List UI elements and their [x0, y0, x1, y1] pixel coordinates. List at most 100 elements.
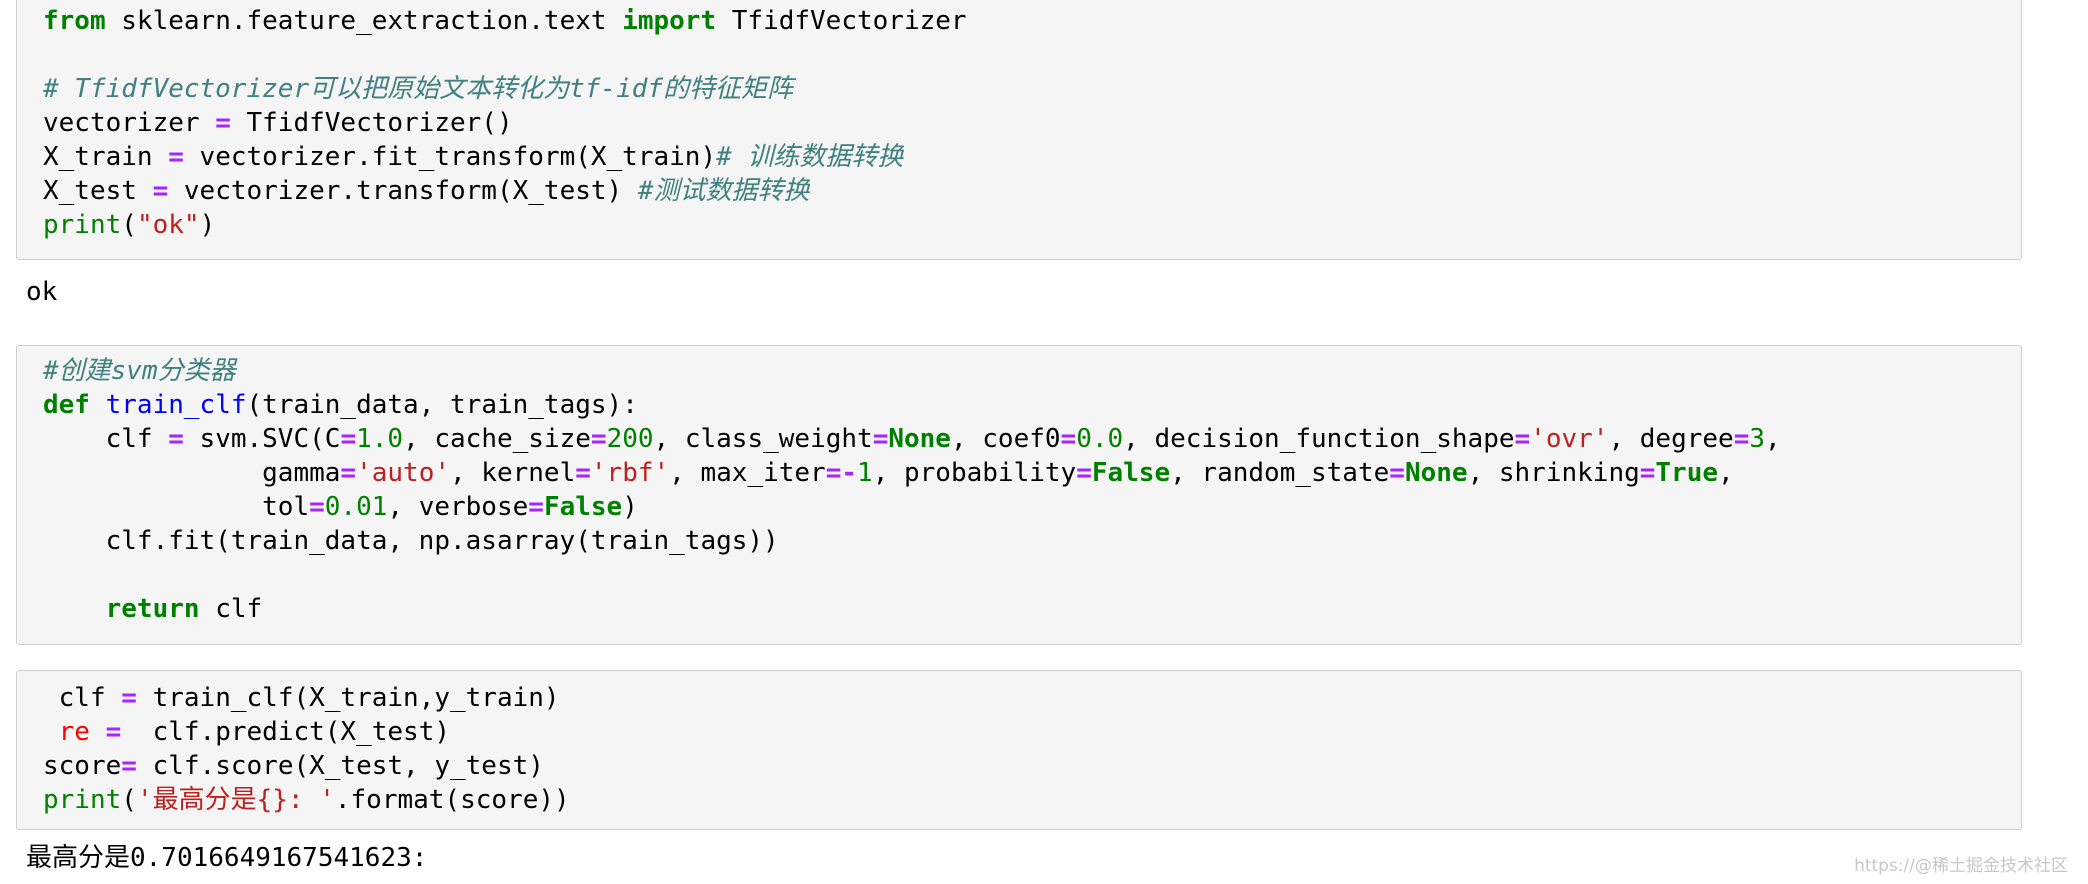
code-cell-2[interactable]: #创建svm分类器 def train_clf(train_data, trai…: [16, 345, 2022, 645]
code-line: #创建svm分类器: [43, 356, 236, 386]
code-token: , coef0: [950, 424, 1061, 454]
code-line: gamma='auto', kernel='rbf', max_iter=-1,…: [43, 458, 1734, 488]
code-token: sklearn.feature_extraction.text: [105, 6, 623, 36]
code-token: , max_iter: [669, 458, 826, 488]
code-token: None: [1404, 458, 1468, 488]
code-token: , degree: [1608, 424, 1734, 454]
code-token: , decision_function_shape: [1123, 424, 1515, 454]
code-token: return: [105, 594, 200, 624]
code-token: =: [1076, 458, 1092, 488]
code-token: clf: [43, 424, 169, 454]
code-token: False: [1091, 458, 1171, 488]
code-token: ,: [1765, 424, 1781, 454]
code-token: 'rbf': [590, 458, 670, 488]
code-token: clf: [43, 683, 122, 713]
code-cell-3[interactable]: clf = train_clf(X_train,y_train) re = cl…: [16, 670, 2022, 830]
cell-3-code[interactable]: clf = train_clf(X_train,y_train) re = cl…: [43, 681, 570, 817]
code-token: =: [872, 424, 889, 454]
code-token: TfidfVectorizer: [716, 6, 967, 36]
code-token: .format(score)): [334, 785, 570, 815]
code-line: from sklearn.feature_extraction.text imp…: [43, 6, 967, 36]
code-token: =-: [825, 458, 858, 488]
code-token: TfidfVectorizer(): [230, 108, 513, 138]
code-token: train_clf(X_train,y_train): [136, 683, 560, 713]
code-token: ,: [1718, 458, 1734, 488]
code-token: 200: [606, 424, 654, 454]
code-token: "ok": [136, 210, 200, 240]
code-token: def: [43, 390, 90, 420]
code-token: # TfidfVectorizer可以把原始文本转化为tf-idf的特征矩阵: [43, 74, 794, 104]
code-token: True: [1655, 458, 1719, 488]
code-line: tol=0.01, verbose=False): [43, 492, 638, 522]
code-token: =: [575, 458, 591, 488]
code-token: =: [309, 492, 325, 522]
code-token: X_train: [43, 142, 169, 172]
code-line: re = clf.predict(X_test): [43, 717, 450, 747]
code-token: , cache_size: [403, 424, 591, 454]
code-token: vectorizer.transform(X_test): [168, 176, 638, 206]
code-token: clf: [199, 594, 263, 624]
code-token: =: [121, 751, 137, 781]
code-token: , random_state: [1170, 458, 1390, 488]
code-token: (: [121, 210, 137, 240]
code-token: print: [43, 210, 122, 240]
code-line: X_test = vectorizer.transform(X_test) #测…: [43, 176, 810, 206]
code-token: =: [1060, 424, 1077, 454]
code-token: =: [1639, 458, 1656, 488]
code-token: =: [528, 492, 544, 522]
watermark: https://@稀土掘金技术社区: [1854, 856, 2068, 876]
code-token: # 训练数据转换: [716, 142, 904, 172]
code-line: print('最高分是{}: '.format(score)): [43, 785, 570, 815]
code-token: 0.01: [324, 492, 388, 522]
code-token: tol: [43, 492, 310, 522]
code-token: =: [1389, 458, 1405, 488]
code-token: =: [590, 424, 607, 454]
code-token: =: [121, 683, 137, 713]
code-token: =: [1514, 424, 1531, 454]
code-token: svm.SVC(C: [183, 424, 341, 454]
code-token: '最高分是{}: ': [136, 785, 335, 815]
code-token: =: [168, 424, 184, 454]
code-token: , class_weight: [653, 424, 873, 454]
code-token: import: [622, 6, 717, 36]
code-token: , shrinking: [1467, 458, 1640, 488]
code-token: 'ovr': [1530, 424, 1609, 454]
code-token: ): [622, 492, 638, 522]
code-token: #测试数据转换: [637, 176, 810, 206]
code-token: , verbose: [387, 492, 529, 522]
code-token: train_clf: [105, 390, 247, 420]
code-token: vectorizer.fit_transform(X_train): [183, 142, 717, 172]
cell-2-code[interactable]: #创建svm分类器 def train_clf(train_data, trai…: [43, 354, 1781, 626]
code-cell-1[interactable]: from sklearn.feature_extraction.text imp…: [16, 0, 2022, 260]
code-token: 'auto': [356, 458, 450, 488]
code-token: ): [199, 210, 216, 240]
code-line: clf = train_clf(X_train,y_train): [43, 683, 560, 713]
code-token: 3: [1749, 424, 1765, 454]
code-token: , probability: [872, 458, 1077, 488]
code-token: =: [152, 176, 169, 206]
code-token: 1.0: [356, 424, 404, 454]
code-token: from: [43, 6, 106, 36]
code-token: #创建svm分类器: [43, 356, 236, 386]
code-token: False: [543, 492, 623, 522]
code-token: clf.fit(train_data, np.asarray(train_tag…: [43, 526, 779, 556]
code-line: clf.fit(train_data, np.asarray(train_tag…: [43, 526, 779, 556]
code-line: X_train = vectorizer.fit_transform(X_tra…: [43, 142, 903, 172]
code-token: =: [340, 424, 357, 454]
code-token: 0.0: [1076, 424, 1124, 454]
code-token: X_test: [43, 176, 153, 206]
code-token: None: [888, 424, 951, 454]
cell-1-code[interactable]: from sklearn.feature_extraction.text imp…: [43, 4, 967, 242]
code-token: =: [215, 108, 231, 138]
code-line: print("ok"): [43, 210, 215, 240]
code-token: re: [58, 717, 90, 747]
code-token: , kernel: [450, 458, 576, 488]
code-line: return clf: [43, 594, 263, 624]
code-line: vectorizer = TfidfVectorizer(): [43, 108, 513, 138]
code-token: 1: [857, 458, 873, 488]
code-token: (train_data, train_tags):: [246, 390, 638, 420]
code-token: clf.predict(X_test): [121, 717, 451, 747]
